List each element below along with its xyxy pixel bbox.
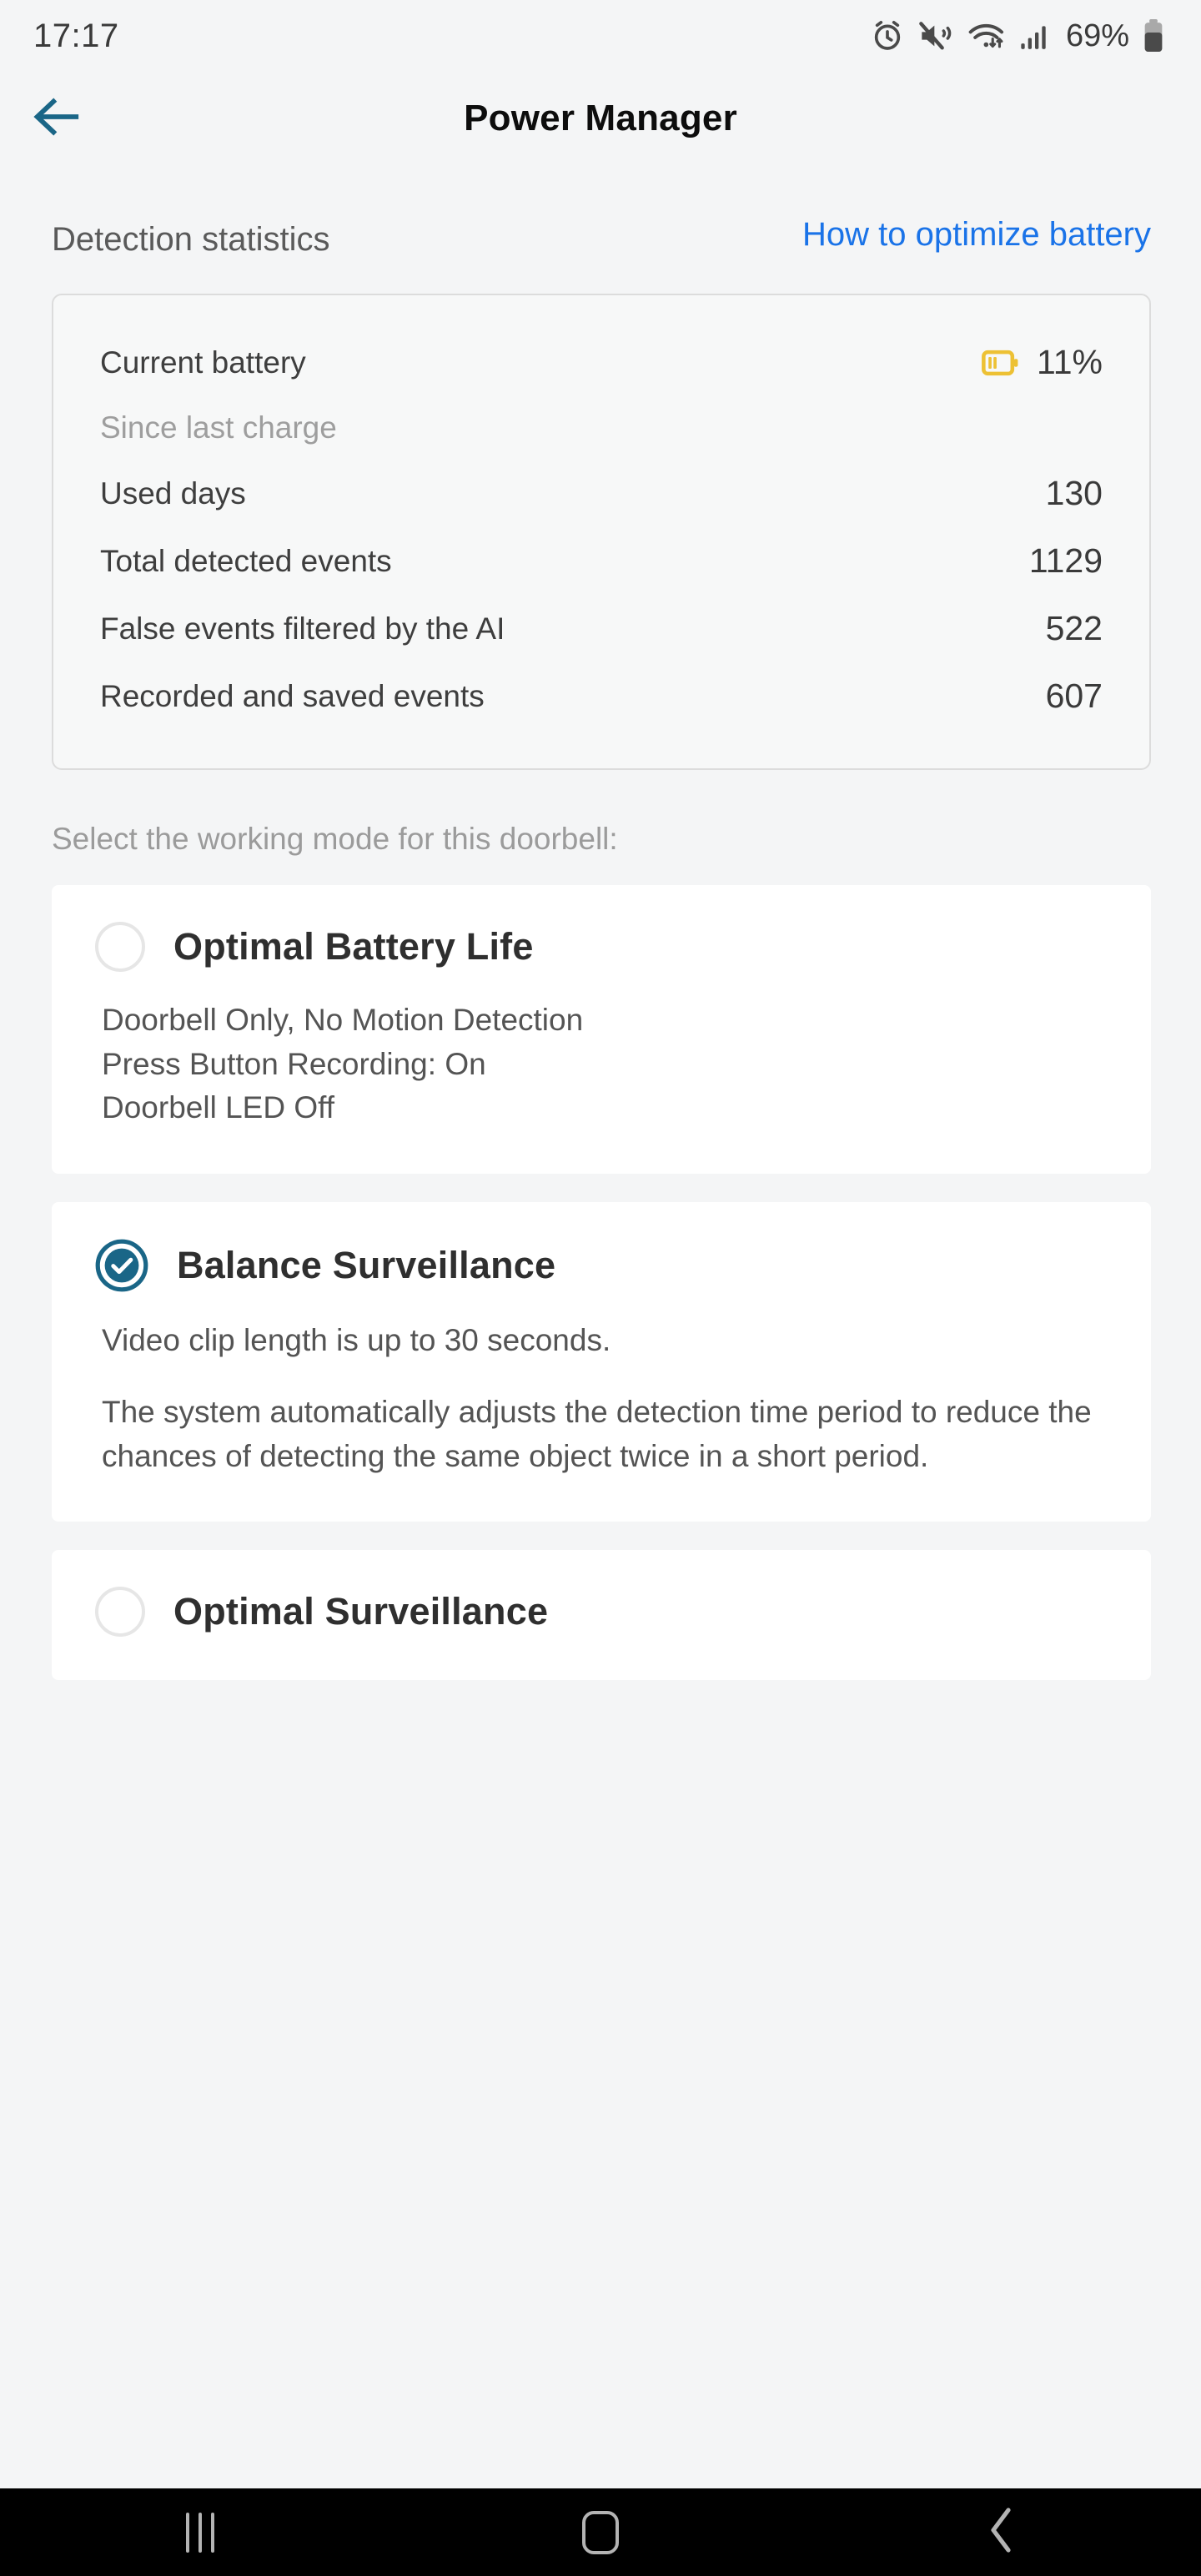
mode-option-description: Video clip length is up to 30 seconds. (102, 1319, 1108, 1363)
recents-icon (186, 2513, 214, 2553)
cellular-signal-icon (1019, 19, 1051, 53)
battery-icon (1143, 18, 1164, 53)
stat-value: 522 (1046, 609, 1103, 648)
mode-option-description: The system automatically adjusts the det… (102, 1391, 1108, 1478)
mode-option-optimal-battery-life[interactable]: Optimal Battery Life Doorbell Only, No M… (52, 885, 1151, 1174)
home-button[interactable] (517, 2488, 684, 2576)
stat-row-used-days: Used days 130 (100, 460, 1103, 527)
mode-option-line: Press Button Recording: On (102, 1043, 1108, 1087)
back-arrow-icon (33, 97, 82, 141)
current-battery-label: Current battery (100, 345, 306, 380)
status-battery-percent: 69% (1066, 18, 1129, 54)
stat-label: Used days (100, 476, 246, 511)
since-last-charge-row: Since last charge (100, 396, 1103, 460)
how-to-optimize-battery-link[interactable]: How to optimize battery (802, 215, 1151, 254)
section-title: Detection statistics (52, 215, 329, 259)
stat-label: Total detected events (100, 544, 392, 579)
detection-statistics-header: Detection statistics How to optimize bat… (0, 165, 1201, 259)
mode-option-title: Optimal Surveillance (173, 1590, 548, 1633)
mode-option-header: Balance Surveillance (95, 1239, 1108, 1292)
mode-option-balance-surveillance[interactable]: Balance Surveillance Video clip length i… (52, 1202, 1151, 1522)
status-time: 17:17 (33, 18, 119, 55)
radio-selected-icon[interactable] (95, 1239, 148, 1292)
mode-option-title: Balance Surveillance (177, 1244, 555, 1287)
mode-option-header: Optimal Surveillance (95, 1587, 1108, 1637)
page-content: 17:17 (0, 0, 1201, 2488)
mode-option-optimal-surveillance[interactable]: Optimal Surveillance (52, 1550, 1151, 1680)
recents-button[interactable] (117, 2488, 284, 2576)
mode-option-header: Optimal Battery Life (95, 922, 1108, 972)
low-battery-icon (982, 349, 1018, 377)
working-mode-prompt: Select the working mode for this doorbel… (0, 770, 1201, 857)
home-icon (582, 2511, 619, 2554)
mode-option-title: Optimal Battery Life (173, 925, 534, 969)
stat-value: 130 (1046, 474, 1103, 513)
stat-value: 1129 (1029, 541, 1103, 581)
radio-unselected-icon[interactable] (95, 1587, 145, 1637)
stat-row-false-events-filtered: False events filtered by the AI 522 (100, 595, 1103, 662)
alarm-clock-icon (871, 19, 904, 53)
current-battery-value: 11% (1037, 343, 1103, 382)
stat-label: False events filtered by the AI (100, 611, 505, 647)
back-icon (984, 2507, 1018, 2558)
current-battery-value-group: 11% (982, 343, 1103, 382)
since-last-charge-label: Since last charge (100, 410, 337, 445)
mode-option-description: Doorbell Only, No Motion Detection Press… (102, 999, 1108, 1130)
back-nav-button[interactable] (917, 2488, 1084, 2576)
radio-unselected-icon[interactable] (95, 922, 145, 972)
statistics-card: Current battery 11% Since last charge Us… (52, 294, 1151, 770)
mode-option-line: Doorbell Only, No Motion Detection (102, 999, 1108, 1043)
mode-option-line: Doorbell LED Off (102, 1086, 1108, 1130)
app-bar: Power Manager (0, 72, 1201, 165)
mute-vibrate-icon (917, 19, 954, 53)
page-title: Power Manager (0, 98, 1201, 139)
stat-row-current-battery: Current battery 11% (100, 329, 1103, 396)
system-navigation-bar (0, 2488, 1201, 2576)
stat-label: Recorded and saved events (100, 679, 485, 714)
stat-row-recorded-saved-events: Recorded and saved events 607 (100, 662, 1103, 730)
back-button[interactable] (12, 73, 103, 164)
stat-value: 607 (1046, 677, 1103, 716)
status-icons: 69% (871, 18, 1164, 54)
wifi-icon (967, 19, 1006, 53)
status-bar: 17:17 (0, 0, 1201, 72)
stat-row-total-detected-events: Total detected events 1129 (100, 527, 1103, 595)
